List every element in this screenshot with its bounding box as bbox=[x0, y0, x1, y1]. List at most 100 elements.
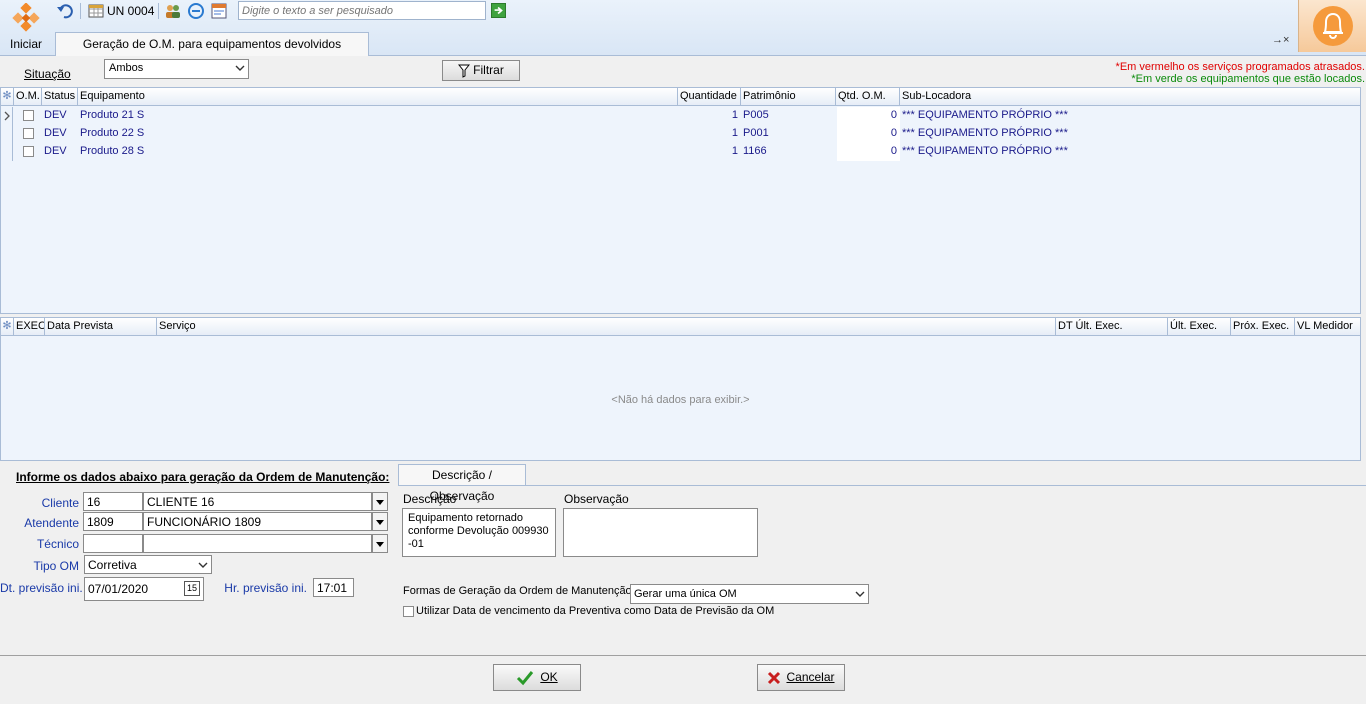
start-button[interactable]: Iniciar bbox=[0, 0, 52, 56]
col-sub-locadora[interactable]: Sub-Locadora bbox=[900, 88, 1360, 106]
dt-previsao-field[interactable]: 07/01/2020 15 bbox=[84, 577, 204, 601]
col-vl-medidor[interactable]: VL Medidor bbox=[1295, 318, 1360, 336]
search-input[interactable] bbox=[238, 1, 486, 20]
equipment-grid-header: ✻ O.M. Status Equipamento Quantidade Pat… bbox=[1, 88, 1360, 106]
observacao-label: Observação bbox=[564, 492, 629, 506]
col-data-prevista[interactable]: Data Prevista bbox=[45, 318, 157, 336]
cliente-label: Cliente bbox=[41, 496, 79, 510]
col-quantidade[interactable]: Quantidade bbox=[678, 88, 741, 106]
formas-select[interactable]: Gerar uma única OM bbox=[630, 584, 869, 604]
unit-label[interactable]: UN 0004 bbox=[107, 4, 154, 18]
utilizar-data-checkbox[interactable] bbox=[403, 606, 414, 617]
om-checkbox[interactable] bbox=[23, 146, 34, 157]
close-icon bbox=[768, 671, 781, 684]
cell-patrimonio: 1166 bbox=[743, 145, 767, 157]
col-dt-ult-exec[interactable]: DT Últ. Exec. bbox=[1056, 318, 1168, 336]
users-icon[interactable] bbox=[164, 2, 182, 20]
tipo-om-label: Tipo OM bbox=[33, 559, 79, 573]
col-patrimonio[interactable]: Patrimônio bbox=[741, 88, 836, 106]
legend-red-text: *Em vermelho os serviços programados atr… bbox=[1115, 61, 1365, 73]
atendente-name-field[interactable]: FUNCIONÁRIO 1809 bbox=[143, 512, 372, 531]
cliente-name-field[interactable]: CLIENTE 16 bbox=[143, 492, 372, 511]
cliente-dropdown-button[interactable] bbox=[372, 492, 388, 511]
grid-options-icon[interactable]: ✻ bbox=[1, 318, 14, 336]
col-qtd-om[interactable]: Qtd. O.M. bbox=[836, 88, 900, 106]
ok-button[interactable]: OK bbox=[493, 664, 581, 691]
tab-geracao-om[interactable]: Geração de O.M. para equipamentos devolv… bbox=[55, 32, 369, 56]
dt-previsao-label: Dt. previsão ini. bbox=[0, 581, 83, 595]
cell-qtd-om[interactable]: 0 bbox=[836, 125, 900, 143]
tab-close-icon[interactable]: →× bbox=[1272, 34, 1289, 46]
service-grid-header: ✻ EXEC Data Prevista Serviço DT Últ. Exe… bbox=[1, 318, 1360, 336]
tecnico-dropdown-button[interactable] bbox=[372, 534, 388, 553]
window-icon[interactable] bbox=[210, 2, 228, 20]
dt-previsao-value: 07/01/2020 bbox=[88, 582, 149, 596]
equipment-grid: ✻ O.M. Status Equipamento Quantidade Pat… bbox=[0, 87, 1361, 314]
cell-status: DEV bbox=[44, 145, 67, 157]
checkmark-icon bbox=[517, 670, 534, 686]
tecnico-code-field[interactable] bbox=[83, 534, 143, 553]
descricao-textarea[interactable]: Equipamento retornado conforme Devolução… bbox=[402, 508, 556, 557]
table-row[interactable]: DEV Produto 22 S 1 P001 0 *** EQUIPAMENT… bbox=[1, 125, 1360, 143]
cliente-code-field[interactable]: 16 bbox=[83, 492, 143, 511]
app-logo-icon bbox=[12, 3, 40, 32]
calendar-grid-icon[interactable] bbox=[87, 2, 105, 20]
start-label: Iniciar bbox=[9, 37, 42, 51]
chevron-down-icon bbox=[198, 562, 208, 568]
toolbar-separator bbox=[158, 3, 159, 19]
atendente-label: Atendente bbox=[24, 516, 79, 530]
cell-sub-locadora: *** EQUIPAMENTO PRÓPRIO *** bbox=[902, 145, 1068, 157]
legend-green-text: *Em verde os equipamentos que estão loca… bbox=[1131, 73, 1365, 85]
situacao-label: Situação bbox=[24, 67, 71, 81]
col-servico[interactable]: Serviço bbox=[157, 318, 1056, 336]
filter-button[interactable]: Filtrar bbox=[442, 60, 520, 81]
cell-equipamento: Produto 28 S bbox=[80, 145, 145, 157]
refresh-icon[interactable] bbox=[187, 2, 205, 20]
cell-qtd-om[interactable]: 0 bbox=[836, 107, 900, 125]
formas-label: Formas de Geração da Ordem de Manutenção bbox=[403, 585, 632, 597]
row-indicator-icon bbox=[1, 143, 13, 161]
tab-divider bbox=[398, 485, 1366, 486]
col-prox-exec[interactable]: Próx. Exec. bbox=[1231, 318, 1295, 336]
tipo-om-value: Corretiva bbox=[88, 558, 137, 572]
situacao-value: Ambos bbox=[109, 62, 144, 74]
hr-previsao-field[interactable]: 17:01 bbox=[313, 578, 354, 597]
atendente-dropdown-button[interactable] bbox=[372, 512, 388, 531]
observacao-textarea[interactable] bbox=[563, 508, 758, 557]
tecnico-label: Técnico bbox=[36, 537, 79, 551]
service-grid: ✻ EXEC Data Prevista Serviço DT Últ. Exe… bbox=[0, 317, 1361, 461]
chevron-down-icon bbox=[235, 65, 245, 71]
bell-icon bbox=[1313, 6, 1353, 46]
calendar-icon[interactable]: 15 bbox=[184, 581, 200, 596]
cell-status: DEV bbox=[44, 127, 67, 139]
top-toolbar: Iniciar UN 0004 Geração de O.M. para bbox=[0, 0, 1366, 56]
tecnico-name-field[interactable] bbox=[143, 534, 372, 553]
search-go-icon[interactable] bbox=[491, 3, 506, 18]
col-om[interactable]: O.M. bbox=[14, 88, 42, 106]
cancel-button[interactable]: Cancelar bbox=[757, 664, 845, 691]
form-title: Informe os dados abaixo para geração da … bbox=[16, 470, 390, 484]
om-checkbox[interactable] bbox=[23, 110, 34, 121]
cell-quantidade: 1 bbox=[731, 145, 738, 157]
col-status[interactable]: Status bbox=[42, 88, 78, 106]
tipo-om-select[interactable]: Corretiva bbox=[84, 555, 212, 574]
notifications-button[interactable] bbox=[1298, 0, 1366, 52]
filter-button-label: Filtrar bbox=[473, 63, 504, 77]
cell-qtd-om[interactable]: 0 bbox=[836, 143, 900, 161]
undo-icon[interactable] bbox=[56, 2, 74, 20]
empty-grid-message: <Não há dados para exibir.> bbox=[611, 394, 750, 406]
cell-status: DEV bbox=[44, 109, 67, 121]
col-equipamento[interactable]: Equipamento bbox=[78, 88, 678, 106]
situacao-select[interactable]: Ambos bbox=[104, 59, 249, 79]
grid-options-icon[interactable]: ✻ bbox=[1, 88, 14, 106]
atendente-code-field[interactable]: 1809 bbox=[83, 512, 143, 531]
tab-descricao-observacao[interactable]: Descrição / Observação bbox=[398, 464, 526, 503]
cell-quantidade: 1 bbox=[731, 127, 738, 139]
table-row[interactable]: DEV Produto 21 S 1 P005 0 *** EQUIPAMENT… bbox=[1, 107, 1360, 125]
om-checkbox[interactable] bbox=[23, 128, 34, 139]
col-ult-exec[interactable]: Últ. Exec. bbox=[1168, 318, 1231, 336]
table-row[interactable]: DEV Produto 28 S 1 1166 0 *** EQUIPAMENT… bbox=[1, 143, 1360, 161]
col-exec[interactable]: EXEC bbox=[14, 318, 45, 336]
cell-sub-locadora: *** EQUIPAMENTO PRÓPRIO *** bbox=[902, 127, 1068, 139]
row-indicator-icon bbox=[1, 125, 13, 143]
